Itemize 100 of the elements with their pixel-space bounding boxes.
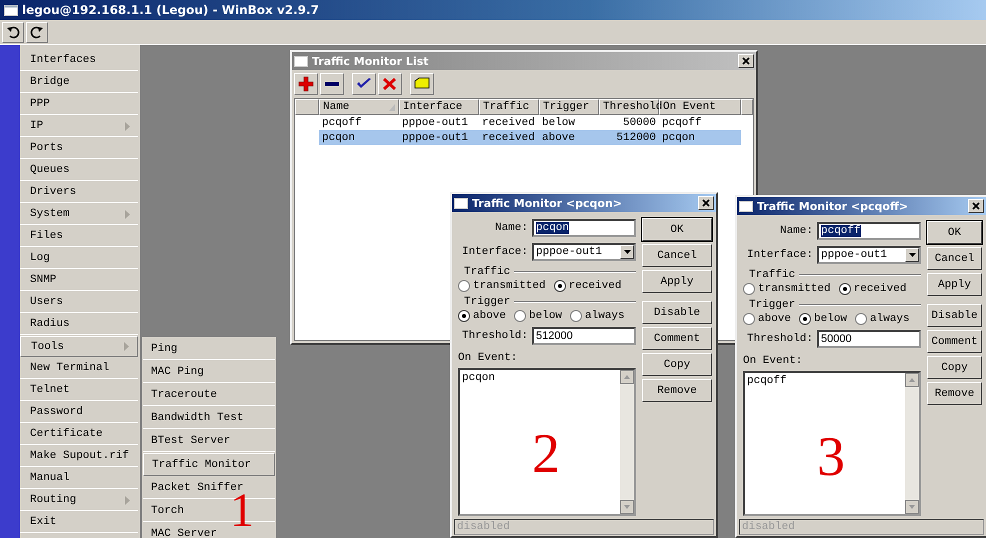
dialog-button[interactable]: Comment [927,330,982,353]
field-label: Threshold: [462,330,528,342]
interface-dropdown[interactable]: pppoe-out1 [817,246,921,264]
menu-item[interactable]: Radius [20,314,138,335]
table-cell: pppoe-out1 [402,132,468,144]
menu-item[interactable]: PPP [20,94,138,115]
menu-item[interactable]: Exit [20,512,138,533]
column-header[interactable]: Traffic [479,99,539,115]
menu-item[interactable]: New Terminal [20,358,138,379]
scrollbar[interactable] [905,373,919,514]
close-button[interactable] [738,54,754,68]
radio-button[interactable]: above [458,310,506,322]
interface-dropdown[interactable]: pppoe-out1 [532,243,636,261]
menu-item[interactable]: Telnet [20,380,138,401]
close-button[interactable] [968,199,984,213]
radio-button[interactable]: always [570,310,625,322]
column-header[interactable]: Trigger [539,99,599,115]
threshold-field[interactable]: 50000 [817,330,921,348]
column-header[interactable] [295,99,319,115]
status-text: disabled [457,521,510,533]
scrollbar[interactable] [620,370,634,514]
undo-button[interactable] [2,22,24,42]
redo-icon [30,25,44,39]
field-label: Interface: [462,246,528,258]
dialog-button[interactable]: Remove [927,382,982,405]
add-button[interactable] [294,73,318,95]
window-icon [4,4,18,16]
scroll-down-icon [620,500,634,514]
table-row[interactable]: pcqon pppoe-out1 received above 512000 pcqon [295,130,753,145]
menu-item[interactable]: Interfaces [20,50,138,71]
column-header[interactable]: On Event [659,99,741,115]
comment-button[interactable] [410,73,434,95]
menu-item[interactable]: Users [20,292,138,313]
radio-button[interactable]: transmitted [458,280,546,292]
dialog-button[interactable]: Disable [927,304,982,327]
menu-item[interactable]: Tools [20,336,138,357]
menu-item[interactable]: Make Supout.rif [20,446,138,467]
threshold-field[interactable]: 512000 [532,327,636,345]
field-label: Interface: [746,249,813,261]
menu-item[interactable]: IP [20,116,138,137]
column-header[interactable]: Name [319,99,399,115]
submenu-item[interactable]: Ping [143,338,275,360]
name-field[interactable]: pcqoff [817,222,921,240]
on-event-text-area[interactable]: pcqon 2 [458,368,636,516]
menu-item[interactable]: Files [20,226,138,247]
dialog-button[interactable]: Apply [642,270,712,293]
caret-icon [908,253,916,257]
name-field[interactable]: pcqon [532,219,636,237]
menu-item[interactable]: Log [20,248,138,269]
dialog-button[interactable]: Copy [927,356,982,379]
column-header[interactable]: Threshold [599,99,659,115]
remove-button[interactable] [320,73,344,95]
radio-button[interactable]: transmitted [743,283,831,295]
radio-button[interactable]: below [799,313,848,325]
submenu-item[interactable]: Bandwidth Test [143,407,275,429]
menu-item[interactable]: SNMP [20,270,138,291]
dialog-button[interactable]: Cancel [642,244,712,267]
submenu-item[interactable]: BTest Server [143,430,275,452]
dialog-button[interactable]: Comment [642,327,712,350]
column-header[interactable]: Interface [399,99,479,115]
menu-item[interactable]: Password [20,402,138,423]
window-title: Traffic Monitor List [312,54,430,68]
dialog-button[interactable]: Remove [642,379,712,402]
radio-button[interactable]: below [514,310,562,322]
group-label: Trigger [464,296,510,308]
dialog-button[interactable]: OK [927,221,982,244]
enable-button[interactable] [352,73,376,95]
menu-item[interactable]: Routing [20,490,138,511]
radio-button[interactable]: received [554,280,622,292]
close-icon [972,202,980,210]
disable-button[interactable] [378,73,402,95]
menu-item[interactable]: System [20,204,138,225]
submenu-item[interactable]: Traceroute [143,384,275,406]
on-event-text-area[interactable]: pcqoff 3 [743,371,921,516]
field-label: Name: [494,222,528,234]
dialog-button[interactable]: Cancel [927,247,982,270]
menu-item[interactable]: Queues [20,160,138,181]
menu-item[interactable]: Certificate [20,424,138,445]
dialog-button[interactable]: Copy [642,353,712,376]
submenu-item[interactable]: MAC Ping [143,361,275,383]
submenu-item[interactable]: Traffic Monitor [143,453,275,476]
group-label: Traffic [749,269,796,281]
window-title: Traffic Monitor <pcqon> [472,196,624,210]
dialog-button[interactable]: OK [642,218,712,241]
window-icon [294,56,308,66]
table-row[interactable]: pcqoff pppoe-out1 received below 50000 pcqoff [295,115,753,130]
table-cell: pcqon [322,132,356,144]
menu-item[interactable]: Bridge [20,72,138,93]
dialog-button[interactable]: Apply [927,273,982,296]
radio-button[interactable]: above [743,313,792,325]
menu-item[interactable]: Manual [20,468,138,489]
redo-button[interactable] [26,22,48,42]
scroll-up-icon [905,373,919,387]
column-header[interactable] [741,99,753,115]
close-button[interactable] [698,196,714,210]
radio-button[interactable]: always [855,313,910,325]
radio-button[interactable]: received [838,283,906,295]
dialog-button[interactable]: Disable [642,301,712,324]
menu-item[interactable]: Drivers [20,182,138,203]
menu-item[interactable]: Ports [20,138,138,159]
